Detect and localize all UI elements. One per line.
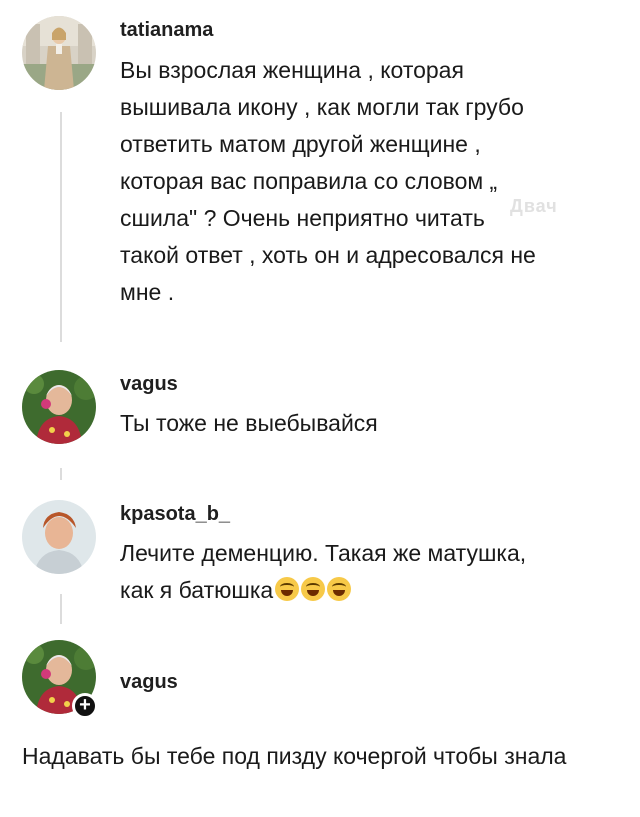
avatar[interactable] <box>22 370 96 444</box>
add-follow-plus-icon[interactable]: + <box>72 693 98 719</box>
thread-line <box>60 468 62 480</box>
thread-line <box>60 594 62 624</box>
thread-line <box>60 112 62 342</box>
comment-username[interactable]: tatianama <box>120 19 213 42</box>
elderly-woman-with-flowers-photo <box>22 370 96 444</box>
comment-text: Лечите деменцию. Такая же матушка, как я… <box>120 535 620 609</box>
woman-in-beige-suit-photo <box>22 16 96 90</box>
comment-username[interactable]: vagus <box>120 671 178 694</box>
rofl-emoji-icon <box>275 577 300 601</box>
comment-username[interactable]: kpasota_b_ <box>120 503 230 526</box>
comment-text: Вы взрослая женщина , которая вышивала и… <box>120 57 536 305</box>
rofl-emoji-icon <box>327 577 352 601</box>
rofl-emoji-icon <box>301 577 326 601</box>
woman-portrait-photo <box>22 500 96 574</box>
avatar[interactable] <box>22 500 96 574</box>
avatar[interactable] <box>22 16 96 90</box>
comment-username[interactable]: vagus <box>120 373 178 396</box>
reply-text: Надавать бы тебе под пизду кочергой чтоб… <box>22 743 567 769</box>
emoji-row <box>273 577 352 603</box>
comment-text: Ты тоже не выебывайся <box>120 410 378 436</box>
